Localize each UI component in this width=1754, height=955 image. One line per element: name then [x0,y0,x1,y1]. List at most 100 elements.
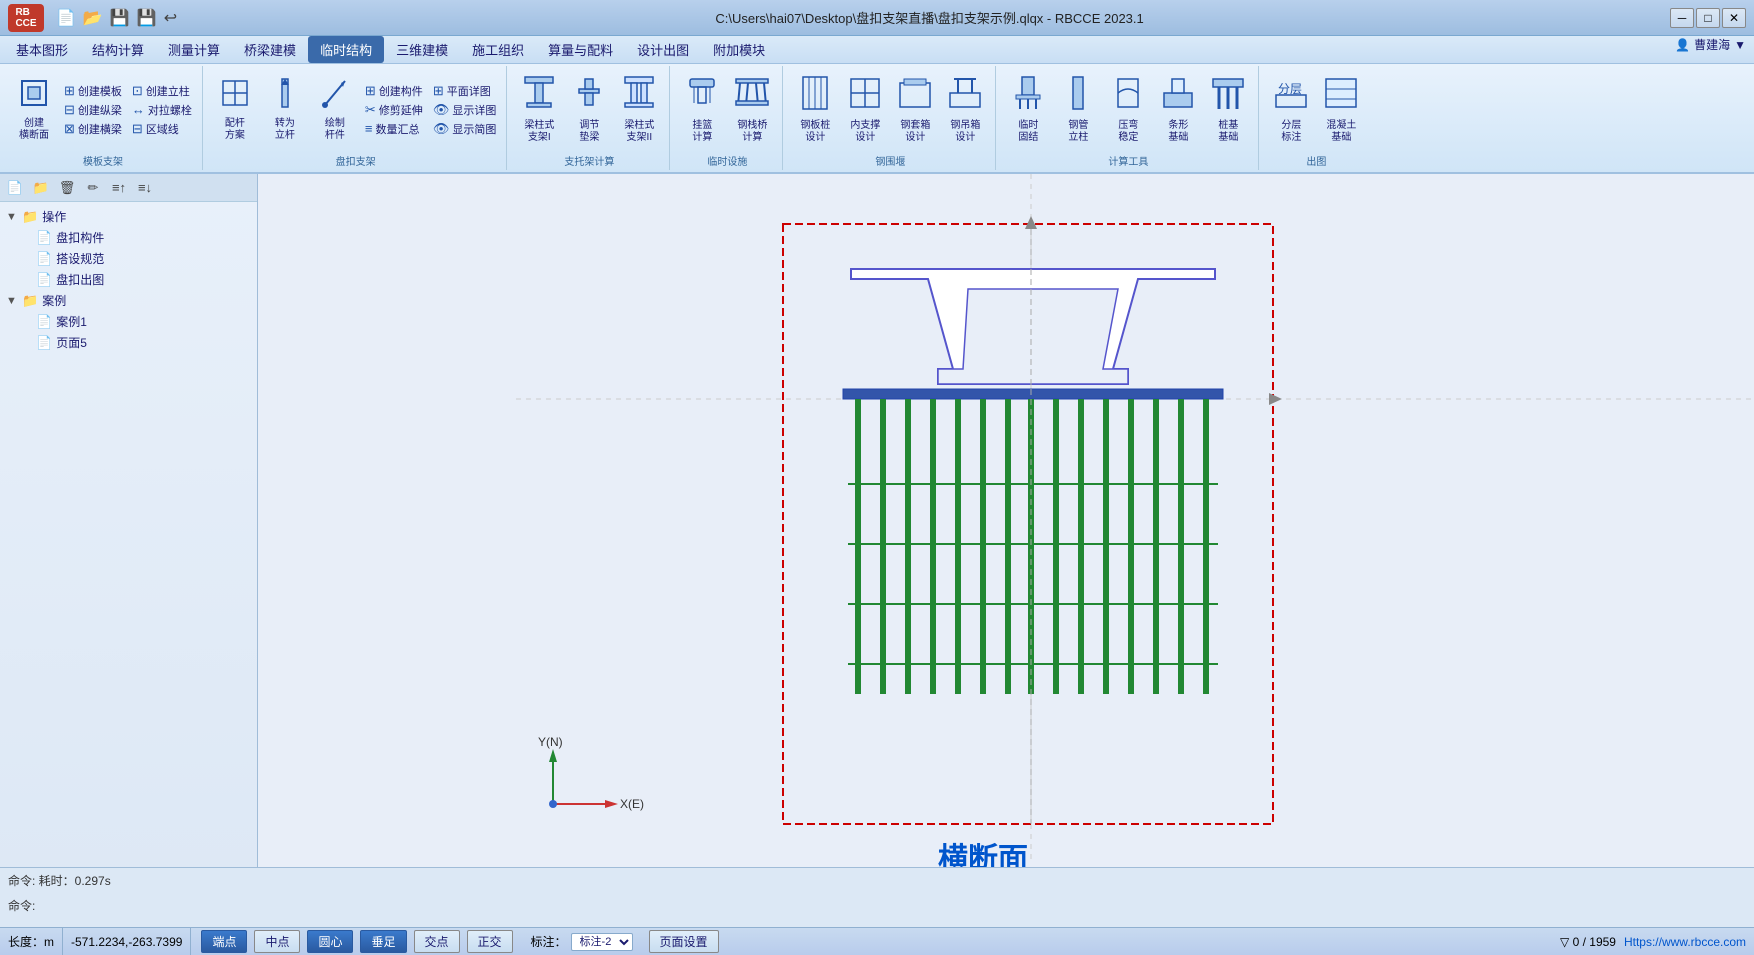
ribbon-btn-sheet-pile[interactable]: 钢板桩设计 [791,72,839,146]
cmd-line2[interactable]: 命令: [8,897,1746,914]
open-icon[interactable]: 📂 [81,6,105,30]
panel-folder-btn[interactable]: 📁 [30,178,52,198]
menu-celiang[interactable]: 测量计算 [156,36,232,63]
page-settings-btn[interactable]: 页面设置 [649,930,719,953]
convert-pole-icon [274,77,296,115]
ribbon-btn-steel-column[interactable]: 钢管立柱 [1054,72,1102,146]
trestle-icon [734,75,770,117]
panel-new-btn[interactable]: 📄 [4,178,26,198]
create-crossbeam-icon: ⊠ [64,121,75,137]
tree-node-case1[interactable]: 📄 案例1 [4,311,253,332]
snap-endpoint-btn[interactable]: 端点 [201,930,247,953]
menu-linshi[interactable]: 临时结构 [308,36,384,63]
ribbon-btn-draw-member[interactable]: 绘制杆件 [311,74,359,144]
panel-delete-btn[interactable]: 🗑 [56,178,78,198]
ribbon-btn-convert-pole[interactable]: 转为立杆 [261,74,309,144]
undo-icon[interactable]: ↩ [162,6,179,30]
ribbon-btn-compress-bend[interactable]: 压弯稳定 [1104,72,1152,146]
ribbon-btn-quantity[interactable]: ≡ 数量汇总 [361,120,427,138]
bolt-icon: ↔ [132,102,145,117]
ribbon-btn-concrete-found[interactable]: 混凝土基础 [1317,72,1365,146]
close-button[interactable]: ✕ [1722,8,1746,28]
ribbon-btn-layer-mark[interactable]: 分层 分层标注 [1267,72,1315,146]
ribbon-group-temp-content: 挂篮计算 钢栈桥计算 [678,68,776,151]
ribbon-btn-adjust-pad[interactable]: 调节垫梁 [565,72,613,146]
ribbon-btn-create-column[interactable]: ⊡ 创建立柱 [128,82,196,100]
ribbon-btn-create-part[interactable]: ⊞ 创建构件 [361,82,427,100]
titlebar-tools: 📄 📂 💾 💾 ↩ [54,6,179,30]
menu-jibentu[interactable]: 基本图形 [4,36,80,63]
restore-button[interactable]: □ [1696,8,1720,28]
create-template-icon: ⊞ [64,83,75,99]
file-page5-icon: 📄 [36,335,52,351]
titlebar: RBCCE 📄 📂 💾 💾 ↩ C:\Users\hai07\Desktop\盘… [0,0,1754,36]
coordinates: -571.2234,-263.7399 [63,928,191,955]
folder-operations-icon: 📁 [22,209,38,225]
menu-shigong[interactable]: 施工组织 [460,36,536,63]
ribbon-btn-pile-foundation[interactable]: 桩基基础 [1204,72,1252,146]
user-info[interactable]: 👤 曹建海 ▼ [1675,36,1746,53]
ribbon-btn-trim-extend[interactable]: ✂ 修剪延伸 [361,101,427,119]
ribbon-btn-create-section[interactable]: 创建横断面 [10,74,58,144]
expand-cases-icon: ▼ [6,295,18,307]
minimize-button[interactable]: ─ [1670,8,1694,28]
steel-hanging-icon [948,75,982,117]
ribbon-btn-plan-detail[interactable]: ⊞ 平面详图 [429,82,501,100]
tree-node-cases[interactable]: ▼ 📁 案例 [4,290,253,311]
menubar: 基本图形 结构计算 测量计算 桥梁建模 临时结构 三维建模 施工组织 算量与配料… [0,36,1754,64]
menu-sanwei[interactable]: 三维建模 [384,36,460,63]
panel-edit-btn[interactable]: ✏ [82,178,104,198]
ribbon-btn-beam-col2[interactable]: 梁柱式支架II [615,72,663,146]
panel-sort-desc-btn[interactable]: ≡↓ [134,178,156,198]
tree-node-page5[interactable]: 📄 页面5 [4,332,253,353]
menu-qiaoliang[interactable]: 桥梁建模 [232,36,308,63]
menu-sheji[interactable]: 设计出图 [625,36,701,63]
ribbon-btn-inner-support[interactable]: 内支撑设计 [841,72,889,146]
snap-midpoint-btn[interactable]: 中点 [254,930,300,953]
menu-fujia[interactable]: 附加模块 [701,36,777,63]
user-icon: 👤 [1675,38,1690,52]
tree-node-pankou-drawing[interactable]: 📄 盘扣出图 [4,269,253,290]
ribbon-btn-show-detail[interactable]: 👁 显示详图 [429,101,501,119]
user-name: 曹建海 [1694,36,1730,53]
website-link[interactable]: Https://www.rbcce.com [1624,935,1746,949]
ribbon-btn-create-template[interactable]: ⊞ 创建模板 [60,82,126,100]
panel-sort-asc-btn[interactable]: ≡↑ [108,178,130,198]
crane-icon [686,75,718,117]
canvas-area[interactable]: Y(N) X(E) 横断面 [258,174,1754,895]
layer-mark-label: 分层标注 [1281,120,1301,144]
snap-perpendicular-btn[interactable]: 垂足 [360,930,406,953]
save-icon[interactable]: 💾 [108,6,132,30]
saveas-icon[interactable]: 💾 [135,6,159,30]
snap-orthogonal-btn[interactable]: 正交 [467,930,513,953]
ribbon-btn-steel-hanging[interactable]: 钢吊箱设计 [941,72,989,146]
ribbon-btn-trestle[interactable]: 钢栈桥计算 [728,72,776,146]
ribbon-btn-steel-box[interactable]: 钢套箱设计 [891,72,939,146]
new-icon[interactable]: 📄 [54,6,78,30]
tree-node-operations[interactable]: ▼ 📁 操作 [4,206,253,227]
tree-node-rules[interactable]: 📄 搭设规范 [4,248,253,269]
ribbon-btn-peigan[interactable]: 配杆方案 [211,74,259,144]
ribbon-btn-show-simple[interactable]: 👁 显示简图 [429,120,501,138]
peigan-icon [221,77,249,115]
ribbon-btn-create-crossbeam[interactable]: ⊠ 创建横梁 [60,120,126,138]
ribbon-btn-create-longbeam[interactable]: ⊟ 创建纵梁 [60,101,126,119]
ribbon-btn-beam-col1[interactable]: 梁柱式支架I [515,72,563,146]
snap-intersection-btn[interactable]: 交点 [414,930,460,953]
signal-status: ▽ 0 / 1959 [1560,935,1616,949]
ribbon-btn-crane[interactable]: 挂篮计算 [678,72,726,146]
ribbon-btn-temp-fix[interactable]: 临时固结 [1004,72,1052,146]
menu-suanliang[interactable]: 算量与配料 [536,36,625,63]
ribbon-btn-strip-foundation[interactable]: 条形基础 [1154,72,1202,146]
snap-center-btn[interactable]: 圆心 [307,930,353,953]
pile-foundation-label: 桩基基础 [1218,120,1238,144]
tree-node-pankou-parts[interactable]: 📄 盘扣构件 [4,227,253,248]
create-template-label: 创建模板 [78,83,122,99]
ribbon-btn-zone-line[interactable]: ⊟ 区域线 [128,120,196,138]
draw-member-label: 绘制杆件 [325,118,345,142]
mark-dropdown[interactable]: 标注-1 标注-2 标注-3 [571,933,633,951]
drawing-canvas[interactable]: Y(N) X(E) 横断面 [258,174,1754,895]
menu-jiegou[interactable]: 结构计算 [80,36,156,63]
ribbon-btn-bolt[interactable]: ↔ 对拉螺栓 [128,101,196,119]
ribbon-group-tools-content: 临时固结 钢管立柱 压弯稳定 条形基础 [1004,68,1252,151]
